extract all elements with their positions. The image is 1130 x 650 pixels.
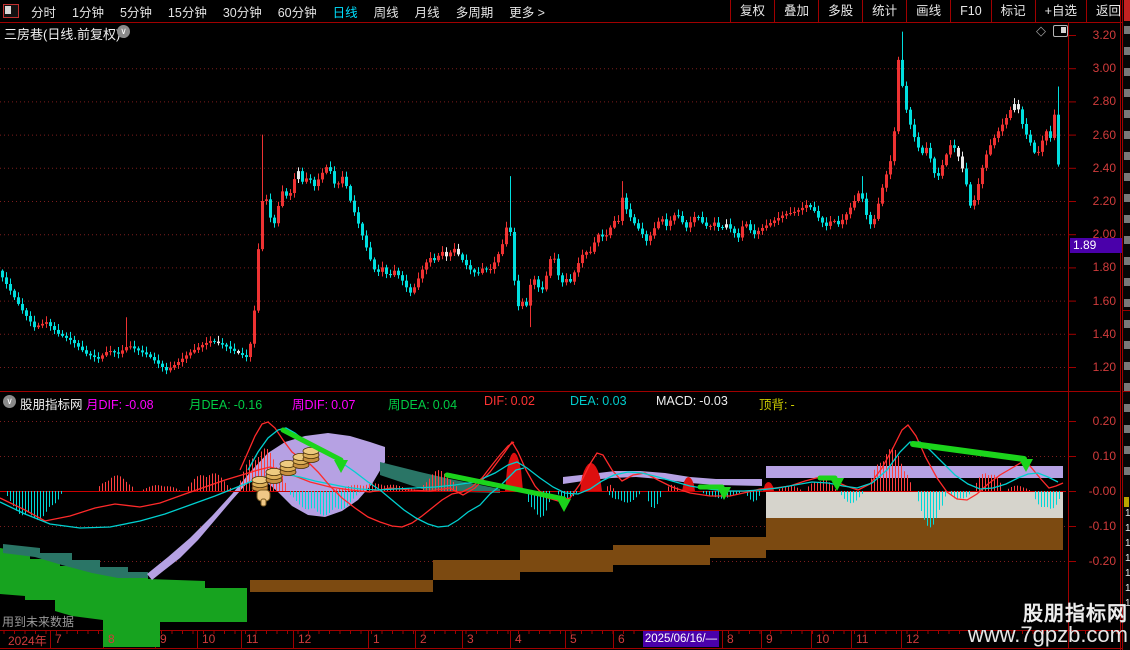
band-brown-5 <box>710 537 766 558</box>
sidebar-yellow-fragment <box>1124 497 1129 507</box>
date-axis-label: 9 <box>766 632 773 646</box>
band-lavender-big <box>147 433 385 580</box>
trading-app-window: 分时 1分钟 5分钟 15分钟 30分钟 60分钟 日线 周线 月线 多周期 更多 > 复权 叠加 多股… <box>0 0 1130 650</box>
price-axis-label: 3.20 <box>1092 28 1116 42</box>
indicator-value: 月DIF: -0.08 <box>86 398 154 412</box>
date-axis-label: 8 <box>727 632 734 646</box>
indicator-axis-label: -0.10 <box>1088 519 1116 533</box>
price-axis-label: 1.60 <box>1092 293 1116 308</box>
band-brown-2 <box>433 560 520 580</box>
indicator-value: DEA: 0.03 <box>570 394 627 408</box>
gold-coins-icon <box>251 475 269 492</box>
watermark-url: www.7gpzb.com <box>967 622 1128 647</box>
future-data-note: 用到未来数据 <box>2 615 75 629</box>
sidebar-clipped-strip: 1111111 <box>1122 0 1130 650</box>
price-axis-label: 2.60 <box>1092 127 1116 142</box>
indicator-axis-label: -0.20 <box>1088 554 1116 568</box>
gold-hand-icon <box>256 489 271 507</box>
indicator-axis-label: -0.00 <box>1088 484 1116 498</box>
date-axis-label: 11 <box>246 632 259 646</box>
price-axis-label: 1.80 <box>1092 260 1116 275</box>
date-axis-label: 4 <box>515 632 522 646</box>
watermark: 股朋指标网 www.7gpzb.com <box>968 604 1128 646</box>
date-axis-label: 12 <box>906 632 920 646</box>
sidebar-glyph-fragments <box>1124 26 1130 486</box>
indicator-header: ∨ 股朋指标网 月DIF: -0.08 月DEA: -0.16 周DIF: 0.07 周DE… <box>0 392 1066 412</box>
date-axis-label: 3 <box>467 632 474 646</box>
indicator-chevron-down-icon[interactable]: ∨ <box>3 395 16 408</box>
price-axis-label: 2.20 <box>1092 194 1116 208</box>
date-axis-label: 6 <box>618 632 625 646</box>
price-axis-label: 2.80 <box>1092 94 1116 109</box>
date-axis-label: 2024年 <box>8 634 47 648</box>
date-axis-label: 2 <box>420 632 427 646</box>
band-brown-3 <box>520 550 613 572</box>
sidebar-digit: 1 <box>1125 538 1130 549</box>
date-axis-label: 5 <box>570 632 577 646</box>
date-axis-label: 10 <box>816 632 830 646</box>
indicator-value: 周DEA: 0.04 <box>388 398 458 412</box>
date-axis-label: 7 <box>55 632 62 646</box>
indicator-value: DIF: 0.02 <box>484 394 535 408</box>
sidebar-digit: 1 <box>1125 523 1130 534</box>
price-axis-label: 3.00 <box>1092 61 1116 76</box>
band-brown-1 <box>250 580 433 592</box>
sidebar-digit: 1 <box>1125 508 1130 519</box>
date-axis-label: 8 <box>108 632 115 646</box>
band-brown-6 <box>766 518 1063 550</box>
sidebar-red-block <box>1124 0 1130 21</box>
date-axis-label: 11 <box>856 632 869 646</box>
chart-canvas[interactable] <box>0 0 1130 650</box>
date-axis-label: 1 <box>373 632 380 646</box>
divergence-arrowhead <box>557 499 571 512</box>
sidebar-digit: 1 <box>1125 583 1130 594</box>
band-lavender-right <box>766 466 1063 478</box>
indicator-axis-label: 0.10 <box>1092 449 1116 463</box>
indicator-value: 周DIF: 0.07 <box>292 398 356 412</box>
price-axis-label: 1.20 <box>1092 360 1116 374</box>
indicator-brand: 股朋指标网 <box>20 398 83 412</box>
band-khaki-right <box>766 492 1063 518</box>
band-brown-4 <box>613 545 710 565</box>
indicator-value: 月DEA: -0.16 <box>189 398 263 412</box>
divergence-arrowhead <box>717 487 731 500</box>
gold-coins-icon <box>265 467 283 484</box>
date-axis-label: 10 <box>202 632 216 646</box>
indicator-value: 顶背: - <box>759 398 795 412</box>
selected-date-tag: 2025/06/16/— <box>643 631 719 647</box>
price-axis-label: 2.40 <box>1092 160 1116 175</box>
price-axis-label: 1.40 <box>1092 326 1116 341</box>
last-price-tag: 1.89 <box>1070 238 1123 253</box>
date-axis-label: 9 <box>160 632 167 646</box>
sidebar-digit: 1 <box>1125 553 1130 564</box>
sidebar-digit: 1 <box>1125 568 1130 579</box>
indicator-value: MACD: -0.03 <box>656 394 728 408</box>
indicator-axis-label: 0.20 <box>1092 414 1116 428</box>
watermark-brand: 股朋指标网 <box>1023 603 1128 625</box>
date-axis-label: 12 <box>298 632 312 646</box>
